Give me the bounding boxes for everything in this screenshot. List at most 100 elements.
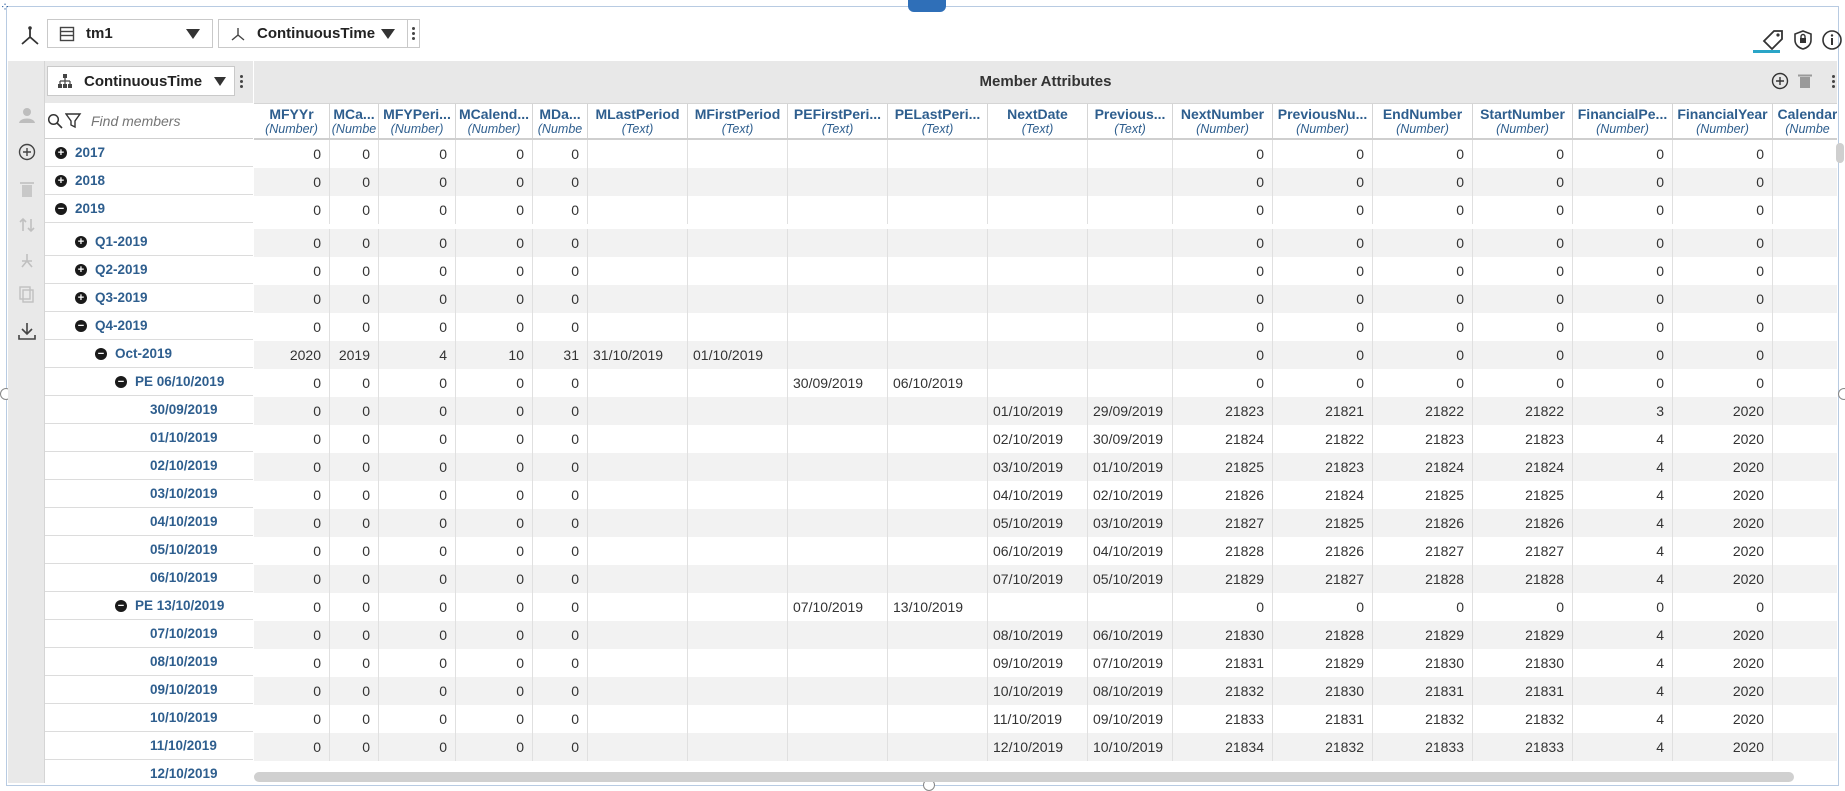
table-cell[interactable] bbox=[688, 397, 788, 425]
table-cell[interactable]: 0 bbox=[1173, 593, 1273, 621]
table-cell[interactable]: 0 bbox=[1273, 369, 1373, 397]
column-header[interactable]: FinancialYear (Number) bbox=[1673, 103, 1773, 138]
table-cell[interactable] bbox=[788, 509, 888, 537]
tree-item[interactable]: 06/10/2019 bbox=[45, 564, 253, 592]
table-cell[interactable]: 0 bbox=[254, 649, 330, 677]
table-cell[interactable]: 2020 bbox=[1673, 705, 1773, 733]
tree-item[interactable]: +2018 bbox=[45, 167, 253, 195]
table-cell[interactable]: 21826 bbox=[1473, 509, 1573, 537]
table-cell[interactable]: 10 bbox=[456, 341, 533, 369]
table-cell[interactable]: 0 bbox=[330, 481, 379, 509]
table-cell[interactable]: 06/10/2019 bbox=[888, 369, 988, 397]
tree-item[interactable]: 03/10/2019 bbox=[45, 480, 253, 508]
column-header[interactable]: NextDate (Text) bbox=[988, 103, 1088, 138]
table-cell[interactable]: 0 bbox=[330, 565, 379, 593]
table-cell[interactable]: 0 bbox=[379, 140, 456, 168]
table-cell[interactable] bbox=[788, 733, 888, 761]
table-cell[interactable]: 0 bbox=[1373, 196, 1473, 224]
tree-item[interactable]: 30/09/2019 bbox=[45, 396, 253, 424]
table-cell[interactable]: 21829 bbox=[1173, 565, 1273, 593]
table-cell[interactable]: 0 bbox=[1573, 140, 1673, 168]
table-cell[interactable]: 0 bbox=[330, 733, 379, 761]
grid-menu-kebab-icon[interactable] bbox=[1827, 67, 1839, 95]
table-cell[interactable]: 0 bbox=[533, 593, 588, 621]
table-cell[interactable]: 21828 bbox=[1473, 565, 1573, 593]
table-cell[interactable] bbox=[988, 196, 1088, 224]
table-cell[interactable]: 2020 bbox=[1673, 481, 1773, 509]
tree-item[interactable]: −2019 bbox=[45, 195, 253, 223]
table-cell[interactable]: 2020 bbox=[1673, 677, 1773, 705]
table-cell[interactable]: 0 bbox=[533, 168, 588, 196]
table-cell[interactable]: 0 bbox=[1473, 140, 1573, 168]
table-cell[interactable]: 31 bbox=[533, 341, 588, 369]
table-cell[interactable] bbox=[688, 196, 788, 224]
table-cell[interactable]: 0 bbox=[456, 649, 533, 677]
table-cell[interactable]: 0 bbox=[533, 453, 588, 481]
table-cell[interactable]: 0 bbox=[1673, 313, 1773, 341]
table-cell[interactable]: 31/10/2019 bbox=[588, 341, 688, 369]
table-cell[interactable]: 0 bbox=[254, 593, 330, 621]
table-cell[interactable]: 0 bbox=[254, 677, 330, 705]
table-cell[interactable] bbox=[888, 257, 988, 285]
table-cell[interactable] bbox=[788, 313, 888, 341]
table-cell[interactable] bbox=[1773, 705, 1837, 733]
table-cell[interactable]: 0 bbox=[330, 453, 379, 481]
table-cell[interactable] bbox=[788, 565, 888, 593]
table-cell[interactable]: 0 bbox=[1573, 593, 1673, 621]
table-cell[interactable]: 0 bbox=[1173, 196, 1273, 224]
expand-icon[interactable]: + bbox=[55, 146, 67, 159]
table-cell[interactable] bbox=[988, 341, 1088, 369]
table-cell[interactable] bbox=[588, 196, 688, 224]
table-cell[interactable] bbox=[688, 369, 788, 397]
table-cell[interactable]: 0 bbox=[533, 733, 588, 761]
table-cell[interactable] bbox=[788, 285, 888, 313]
table-cell[interactable]: 2020 bbox=[1673, 537, 1773, 565]
tree-item[interactable]: 02/10/2019 bbox=[45, 452, 253, 480]
table-cell[interactable] bbox=[588, 593, 688, 621]
table-cell[interactable] bbox=[688, 649, 788, 677]
table-cell[interactable]: 21832 bbox=[1173, 677, 1273, 705]
table-cell[interactable]: 0 bbox=[379, 565, 456, 593]
table-cell[interactable]: 4 bbox=[1573, 649, 1673, 677]
hierarchy-menu-kebab-icon[interactable] bbox=[235, 66, 247, 96]
table-cell[interactable] bbox=[988, 168, 1088, 196]
table-cell[interactable]: 0 bbox=[533, 196, 588, 224]
table-cell[interactable] bbox=[888, 649, 988, 677]
table-cell[interactable] bbox=[588, 705, 688, 733]
table-cell[interactable]: 4 bbox=[1573, 425, 1673, 453]
table-cell[interactable]: 0 bbox=[533, 481, 588, 509]
table-cell[interactable] bbox=[688, 509, 788, 537]
table-cell[interactable]: 21832 bbox=[1373, 705, 1473, 733]
tree-item[interactable]: 08/10/2019 bbox=[45, 648, 253, 676]
table-cell[interactable]: 0 bbox=[1573, 196, 1673, 224]
column-header[interactable]: MLastPeriod (Text) bbox=[588, 103, 688, 138]
table-cell[interactable]: 0 bbox=[254, 425, 330, 453]
table-cell[interactable] bbox=[688, 453, 788, 481]
table-cell[interactable]: 21824 bbox=[1273, 481, 1373, 509]
table-cell[interactable] bbox=[1088, 168, 1173, 196]
tree-item[interactable]: 04/10/2019 bbox=[45, 508, 253, 536]
table-cell[interactable]: 21831 bbox=[1273, 705, 1373, 733]
column-header[interactable]: MDa... (Numbe bbox=[533, 103, 588, 138]
table-cell[interactable] bbox=[788, 537, 888, 565]
table-cell[interactable] bbox=[788, 140, 888, 168]
table-cell[interactable]: 0 bbox=[1273, 229, 1373, 257]
table-cell[interactable] bbox=[1773, 593, 1837, 621]
table-cell[interactable]: 0 bbox=[456, 313, 533, 341]
table-cell[interactable] bbox=[888, 229, 988, 257]
table-cell[interactable] bbox=[588, 509, 688, 537]
table-cell[interactable]: 0 bbox=[456, 705, 533, 733]
table-cell[interactable] bbox=[1088, 593, 1173, 621]
table-cell[interactable]: 0 bbox=[1673, 257, 1773, 285]
dimension-select[interactable]: ContinuousTime bbox=[218, 19, 408, 48]
table-cell[interactable]: 0 bbox=[456, 509, 533, 537]
table-cell[interactable]: 21828 bbox=[1173, 537, 1273, 565]
table-cell[interactable]: 07/10/2019 bbox=[1088, 649, 1173, 677]
table-cell[interactable]: 0 bbox=[533, 140, 588, 168]
table-cell[interactable]: 21825 bbox=[1473, 481, 1573, 509]
table-cell[interactable]: 21824 bbox=[1373, 453, 1473, 481]
table-cell[interactable]: 4 bbox=[1573, 453, 1673, 481]
table-cell[interactable]: 0 bbox=[1373, 140, 1473, 168]
table-cell[interactable]: 21827 bbox=[1473, 537, 1573, 565]
table-cell[interactable] bbox=[588, 733, 688, 761]
